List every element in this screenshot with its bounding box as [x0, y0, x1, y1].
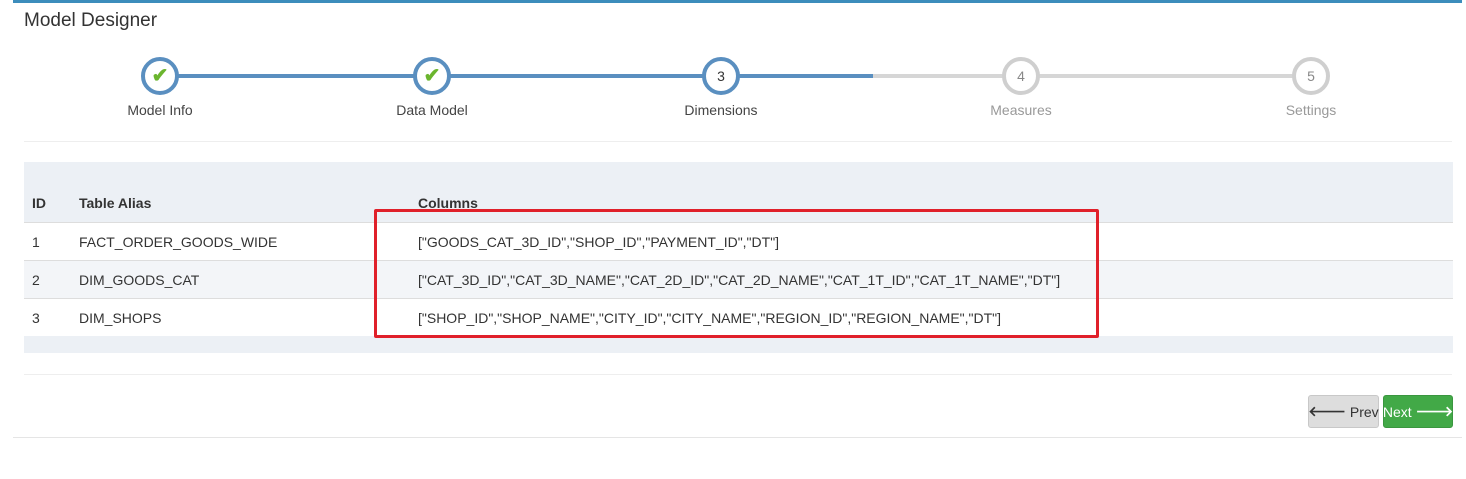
prev-button[interactable]: 🡐 Prev [1308, 395, 1379, 428]
prev-button-label: Prev [1349, 403, 1379, 420]
columns-highlight-box [374, 209, 1099, 338]
next-button[interactable]: Next 🡒 [1383, 395, 1453, 428]
check-icon: ✔ [423, 65, 441, 87]
arrow-left-icon: 🡐 [1308, 403, 1346, 419]
wizard-step-dimensions[interactable]: 3 Dimensions [631, 57, 811, 118]
cell-id: 3 [24, 298, 79, 336]
step-label: Settings [1285, 102, 1337, 118]
header-table-alias: Table Alias [79, 195, 152, 211]
cell-id: 1 [24, 222, 79, 261]
step-circle: ✔ [141, 57, 179, 95]
wizard-step-measures[interactable]: 4 Measures [931, 57, 1111, 118]
step-circle: ✔ [413, 57, 451, 95]
wizard-step-settings[interactable]: 5 Settings [1221, 57, 1401, 118]
divider [24, 374, 1452, 375]
step-label: Model Info [127, 102, 193, 118]
step-label: Dimensions [684, 102, 758, 118]
wizard-step-data-model[interactable]: ✔ Data Model [342, 57, 522, 118]
cell-table-alias: FACT_ORDER_GOODS_WIDE [79, 222, 418, 261]
check-icon: ✔ [151, 65, 169, 87]
header-id: ID [32, 195, 46, 211]
step-label: Data Model [396, 102, 468, 118]
step-label: Measures [990, 102, 1052, 118]
cell-id: 2 [24, 260, 79, 299]
divider [24, 141, 1452, 142]
step-circle: 4 [1002, 57, 1040, 95]
cell-table-alias: DIM_SHOPS [79, 298, 418, 336]
step-circle: 5 [1292, 57, 1330, 95]
wizard-step-model-info[interactable]: ✔ Model Info [70, 57, 250, 118]
page-title: Model Designer [24, 10, 158, 31]
step-circle: 3 [702, 57, 740, 95]
next-button-label: Next [1382, 403, 1412, 420]
arrow-right-icon: 🡒 [1415, 403, 1454, 419]
cell-table-alias: DIM_GOODS_CAT [79, 260, 418, 299]
